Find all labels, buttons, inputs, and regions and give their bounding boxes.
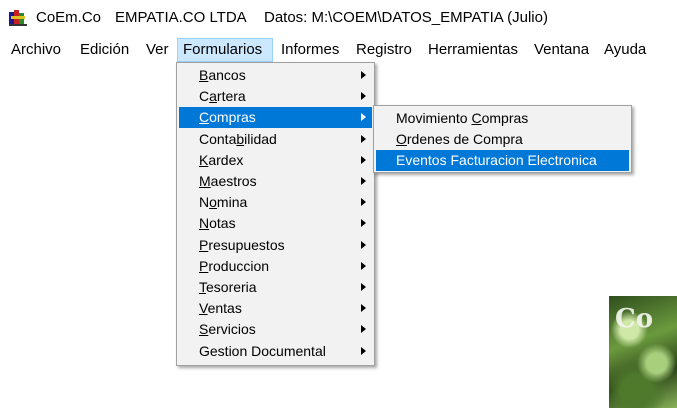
- formularios-item-tesoreria[interactable]: Tesoreria: [179, 277, 372, 298]
- submenu-arrow-icon: [361, 240, 366, 249]
- menu-item-label: Tesoreria: [199, 279, 257, 295]
- submenu-arrow-icon: [361, 325, 366, 334]
- formularios-dropdown: Bancos Cartera Compras Contabilidad Kardex Ma…: [176, 62, 375, 366]
- menu-item-label: Maestros: [199, 173, 257, 189]
- menu-item-label: Eventos Facturacion Electronica: [396, 151, 597, 168]
- menu-ventana[interactable]: Ventana: [529, 38, 594, 62]
- submenu-arrow-icon: [361, 155, 366, 164]
- menu-ayuda[interactable]: Ayuda: [599, 38, 651, 62]
- title-bar: CoEm.Co EMPATIA.CO LTDA Datos: M:\COEM\D…: [0, 0, 677, 36]
- menu-formularios[interactable]: Formularios: [177, 38, 273, 62]
- menu-registro[interactable]: Registro: [351, 38, 417, 62]
- menu-item-label: Presupuestos: [199, 236, 285, 253]
- menu-item-label: Gestion Documental: [199, 342, 326, 359]
- menu-item-label: Bancos: [199, 67, 246, 83]
- background-logo-text: Co: [615, 304, 654, 334]
- submenu-arrow-icon: [361, 198, 366, 207]
- menu-item-label: Nomina: [199, 194, 248, 211]
- submenu-arrow-icon: [361, 261, 366, 270]
- formularios-item-maestros[interactable]: Maestros: [179, 171, 372, 192]
- compras-item-ordenes-de-compra[interactable]: Ordenes de Compra: [376, 129, 629, 150]
- formularios-item-kardex[interactable]: Kardex: [179, 150, 372, 171]
- menu-informes[interactable]: Informes: [276, 38, 344, 62]
- formularios-item-bancos[interactable]: Bancos: [179, 65, 372, 86]
- formularios-item-servicios[interactable]: Servicios: [179, 319, 372, 340]
- submenu-arrow-icon: [361, 113, 366, 122]
- formularios-item-nomina[interactable]: Nomina: [179, 192, 372, 213]
- compras-item-movimiento-compras[interactable]: Movimiento Compras: [376, 108, 629, 129]
- menu-item-label: Contabilidad: [199, 130, 277, 147]
- formularios-item-presupuestos[interactable]: Presupuestos: [179, 235, 372, 256]
- app-title: CoEm.Co: [36, 9, 102, 26]
- submenu-arrow-icon: [361, 219, 366, 228]
- menu-item-label: Movimiento Compras: [396, 109, 529, 126]
- menu-item-label: Notas: [199, 215, 236, 232]
- menu-archivo[interactable]: Archivo: [6, 38, 66, 62]
- menu-item-label: Cartera: [199, 88, 246, 105]
- background-logo-image: Co: [609, 296, 677, 408]
- formularios-item-produccion[interactable]: Produccion: [179, 256, 372, 277]
- formularios-item-notas[interactable]: Notas: [179, 213, 372, 234]
- menu-edicion[interactable]: Edición: [75, 38, 134, 62]
- submenu-arrow-icon: [361, 134, 366, 143]
- data-path: Datos: M:\COEM\DATOS_EMPATIA (Julio): [264, 9, 548, 26]
- submenu-arrow-icon: [361, 71, 366, 79]
- menu-ver[interactable]: Ver: [141, 38, 174, 62]
- formularios-item-ventas[interactable]: Ventas: [179, 298, 372, 319]
- menu-item-label: Servicios: [199, 321, 256, 338]
- menu-herramientas[interactable]: Herramientas: [423, 38, 523, 62]
- submenu-arrow-icon: [361, 346, 366, 355]
- menu-item-label: Ventas: [199, 300, 242, 317]
- compras-item-eventos-facturacion-electronica[interactable]: Eventos Facturacion Electronica: [376, 149, 629, 171]
- formularios-item-cartera[interactable]: Cartera: [179, 86, 372, 107]
- menu-item-label: Produccion: [199, 257, 270, 274]
- menu-item-label: Kardex: [199, 151, 244, 168]
- formularios-item-compras[interactable]: Compras: [179, 107, 372, 129]
- menu-item-label: Compras: [199, 109, 256, 126]
- compras-submenu: Movimiento Compras Ordenes de Compra Event…: [373, 105, 632, 173]
- submenu-arrow-icon: [361, 177, 366, 185]
- submenu-arrow-icon: [361, 92, 366, 101]
- formularios-item-gestion-documental[interactable]: Gestion Documental: [179, 341, 372, 362]
- menu-bar: Archivo Edición Ver Formularios Informes…: [0, 38, 677, 62]
- menu-item-label: Ordenes de Compra: [396, 130, 523, 147]
- company-name: EMPATIA.CO LTDA: [115, 9, 247, 26]
- submenu-arrow-icon: [361, 304, 366, 313]
- formularios-item-contabilidad[interactable]: Contabilidad: [179, 129, 372, 150]
- app-icon: [9, 10, 27, 26]
- submenu-arrow-icon: [361, 283, 366, 291]
